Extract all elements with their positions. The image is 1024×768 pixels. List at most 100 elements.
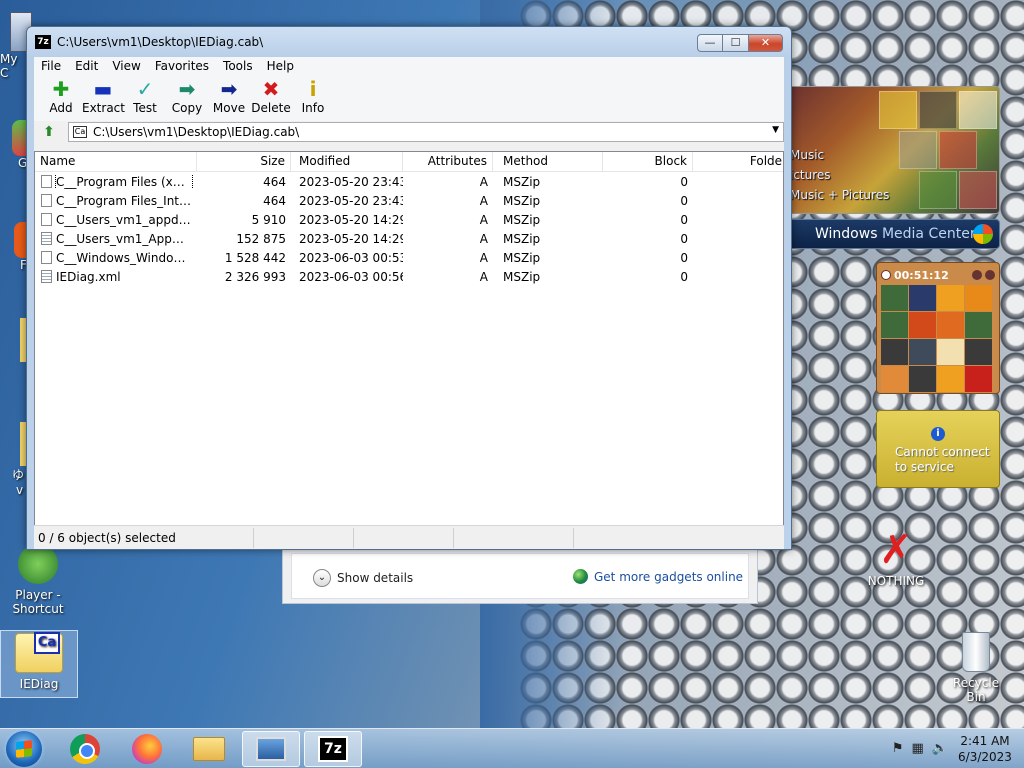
taskbar-remote-desktop[interactable] — [242, 731, 300, 767]
menu-edit[interactable]: Edit — [68, 57, 105, 75]
desktop-icon-nothing[interactable]: ✗ NOTHING — [866, 530, 926, 588]
cell-name: C__Windows_Windows... — [35, 251, 197, 265]
desktop-icon-iediag[interactable]: Ca IEDiag — [0, 630, 78, 698]
taskbar-firefox[interactable] — [118, 731, 176, 767]
dropdown-arrow-icon[interactable]: ▼ — [772, 125, 779, 135]
list-header: Name Size Modified Attributes Method Blo… — [35, 152, 783, 172]
file-name: C__Users_vm1_AppData... — [56, 231, 192, 246]
column-block[interactable]: Block — [603, 152, 693, 171]
taskbar-clock[interactable]: 2:41 AM 6/3/2023 — [952, 733, 1018, 765]
column-size[interactable]: Size — [197, 152, 291, 171]
volume-muted-icon[interactable]: 🔈 — [932, 741, 948, 756]
wmc-menu-pictures[interactable]: ictures — [790, 168, 831, 182]
menu-file[interactable]: File — [34, 57, 68, 75]
toolbar-move-button[interactable]: ➡ Move — [208, 75, 250, 121]
info-icon: i — [931, 427, 945, 441]
menu-tools[interactable]: Tools — [216, 57, 260, 75]
weather-gadget[interactable]: i Cannot connect to service — [876, 410, 1000, 488]
address-field[interactable]: Ca C:\Users\vm1\Desktop\IEDiag.cab\ ▼ — [68, 122, 784, 142]
desktop-icon-partial-4[interactable] — [0, 318, 28, 362]
cell-size: 1 528 442 — [224, 250, 286, 265]
file-list[interactable]: Name Size Modified Attributes Method Blo… — [34, 151, 784, 547]
column-name[interactable]: Name — [35, 152, 197, 171]
plus-icon: ✚ — [52, 77, 70, 101]
firefox-icon — [132, 734, 162, 764]
cell-attributes: A — [479, 250, 488, 265]
picture-puzzle-gadget[interactable]: 00:51:12 — [876, 262, 1000, 394]
menu-help[interactable]: Help — [260, 57, 301, 75]
wmc-menu-music[interactable]: Music — [790, 148, 824, 162]
desktop-icon-partial-5[interactable]: ゆ v — [0, 422, 28, 497]
sevenzip-app-icon[interactable]: 7z — [35, 35, 51, 49]
desktop-icon-partial-1[interactable]: My C — [0, 12, 32, 80]
puzzle-grid[interactable] — [881, 285, 995, 392]
sevenzip-window: 7z C:\Users\vm1\Desktop\IEDiag.cab\ — ☐ … — [26, 26, 792, 550]
info-icon: i — [309, 77, 317, 101]
cell-block: 0 — [680, 174, 688, 189]
cell-attributes: A — [479, 231, 488, 246]
action-center-flag-icon[interactable]: ⚑ — [892, 741, 904, 756]
taskbar-chrome[interactable] — [56, 731, 114, 767]
menu-favorites[interactable]: Favorites — [148, 57, 216, 75]
minimize-button[interactable]: — — [697, 34, 723, 52]
wmc-menu-music-pictures[interactable]: Music + Pictures — [790, 188, 889, 202]
toolbar-add-button[interactable]: ✚ Add — [40, 75, 82, 121]
taskbar-explorer[interactable] — [180, 731, 238, 767]
arrow-right-icon: ➡ — [220, 77, 238, 101]
folder-icon — [193, 737, 225, 761]
window-title: C:\Users\vm1\Desktop\IEDiag.cab\ — [57, 35, 264, 49]
toolbar-extract-button[interactable]: ▬ Extract — [82, 75, 125, 121]
close-button[interactable]: ✕ — [749, 34, 783, 52]
column-folder[interactable]: Folder — [693, 152, 783, 171]
cell-method: MSZip — [503, 250, 541, 265]
file-name: C__Users_vm1_appdata_... — [56, 212, 192, 227]
menu-view[interactable]: View — [105, 57, 147, 75]
toolbar-copy-button[interactable]: ➡ Copy — [166, 75, 208, 121]
toolbar-label: Test — [133, 101, 157, 115]
window-titlebar[interactable]: 7z C:\Users\vm1\Desktop\IEDiag.cab\ — [27, 27, 791, 57]
cell-attributes: A — [479, 212, 488, 227]
cell-block: 0 — [680, 269, 688, 284]
start-button[interactable] — [6, 731, 42, 767]
get-more-gadgets-link[interactable]: Get more gadgets online — [573, 569, 743, 584]
table-row[interactable]: C__Program Files_Intern... 464 2023-05-20 … — [35, 191, 783, 210]
help-icon[interactable] — [972, 270, 982, 280]
network-icon[interactable]: ▦ — [912, 741, 924, 756]
cell-method: MSZip — [503, 174, 541, 189]
system-tray: ⚑ ▦ 🔈 — [892, 741, 948, 756]
table-row[interactable]: C__Windows_Windows... 1 528 442 2023-06-03… — [35, 248, 783, 267]
refresh-icon[interactable] — [985, 270, 995, 280]
toolbar-label: Delete — [251, 101, 291, 115]
file-icon — [41, 175, 52, 188]
media-center-title-bar[interactable]: Windows Media Center — [786, 219, 1000, 249]
table-row[interactable]: C__Users_vm1_AppData... 152 875 2023-05-20… — [35, 229, 783, 248]
desktop-icon-partial-2[interactable]: G — [0, 120, 28, 170]
column-method[interactable]: Method — [493, 152, 603, 171]
table-row[interactable]: IEDiag.xml 2 326 993 2023-06-03 00:56 A MSZi… — [35, 267, 783, 286]
double-arrow-icon: ➡ — [178, 77, 196, 101]
status-selection: 0 / 6 object(s) selected — [34, 527, 254, 548]
up-folder-icon[interactable]: ⬆ — [38, 122, 60, 142]
file-icon — [41, 213, 52, 226]
table-row[interactable]: C__Users_vm1_appdata_... 5 910 2023-05-20 … — [35, 210, 783, 229]
toolbar-info-button[interactable]: i Info — [292, 75, 334, 121]
toolbar-delete-button[interactable]: ✖ Delete — [250, 75, 292, 121]
show-details-button[interactable]: ⌄ Show details — [313, 569, 413, 587]
maximize-button[interactable]: ☐ — [723, 34, 749, 52]
cell-block: 0 — [680, 193, 688, 208]
table-row[interactable]: C__Program Files (x86)_I... 464 2023-05-20… — [35, 172, 783, 191]
toolbar-label: Extract — [82, 101, 125, 115]
toolbar-test-button[interactable]: ✓ Test — [124, 75, 166, 121]
column-attributes[interactable]: Attributes — [403, 152, 493, 171]
toolbar-label: Move — [212, 101, 246, 115]
cell-modified: 2023-06-03 00:53 — [299, 250, 403, 265]
desktop-icon-player-shortcut[interactable]: Player - Shortcut — [8, 544, 68, 616]
desktop-icon-recycle-bin[interactable]: Recycle Bin — [944, 632, 1008, 704]
address-path: C:\Users\vm1\Desktop\IEDiag.cab\ — [93, 125, 300, 139]
globe-icon — [573, 569, 588, 584]
desktop-icon-partial-3[interactable]: F — [0, 222, 28, 272]
clock-time: 2:41 AM — [960, 734, 1010, 748]
taskbar: 7z ⚑ ▦ 🔈 2:41 AM 6/3/2023 — [0, 728, 1024, 768]
column-modified[interactable]: Modified — [291, 152, 403, 171]
taskbar-7zip[interactable]: 7z — [304, 731, 362, 767]
